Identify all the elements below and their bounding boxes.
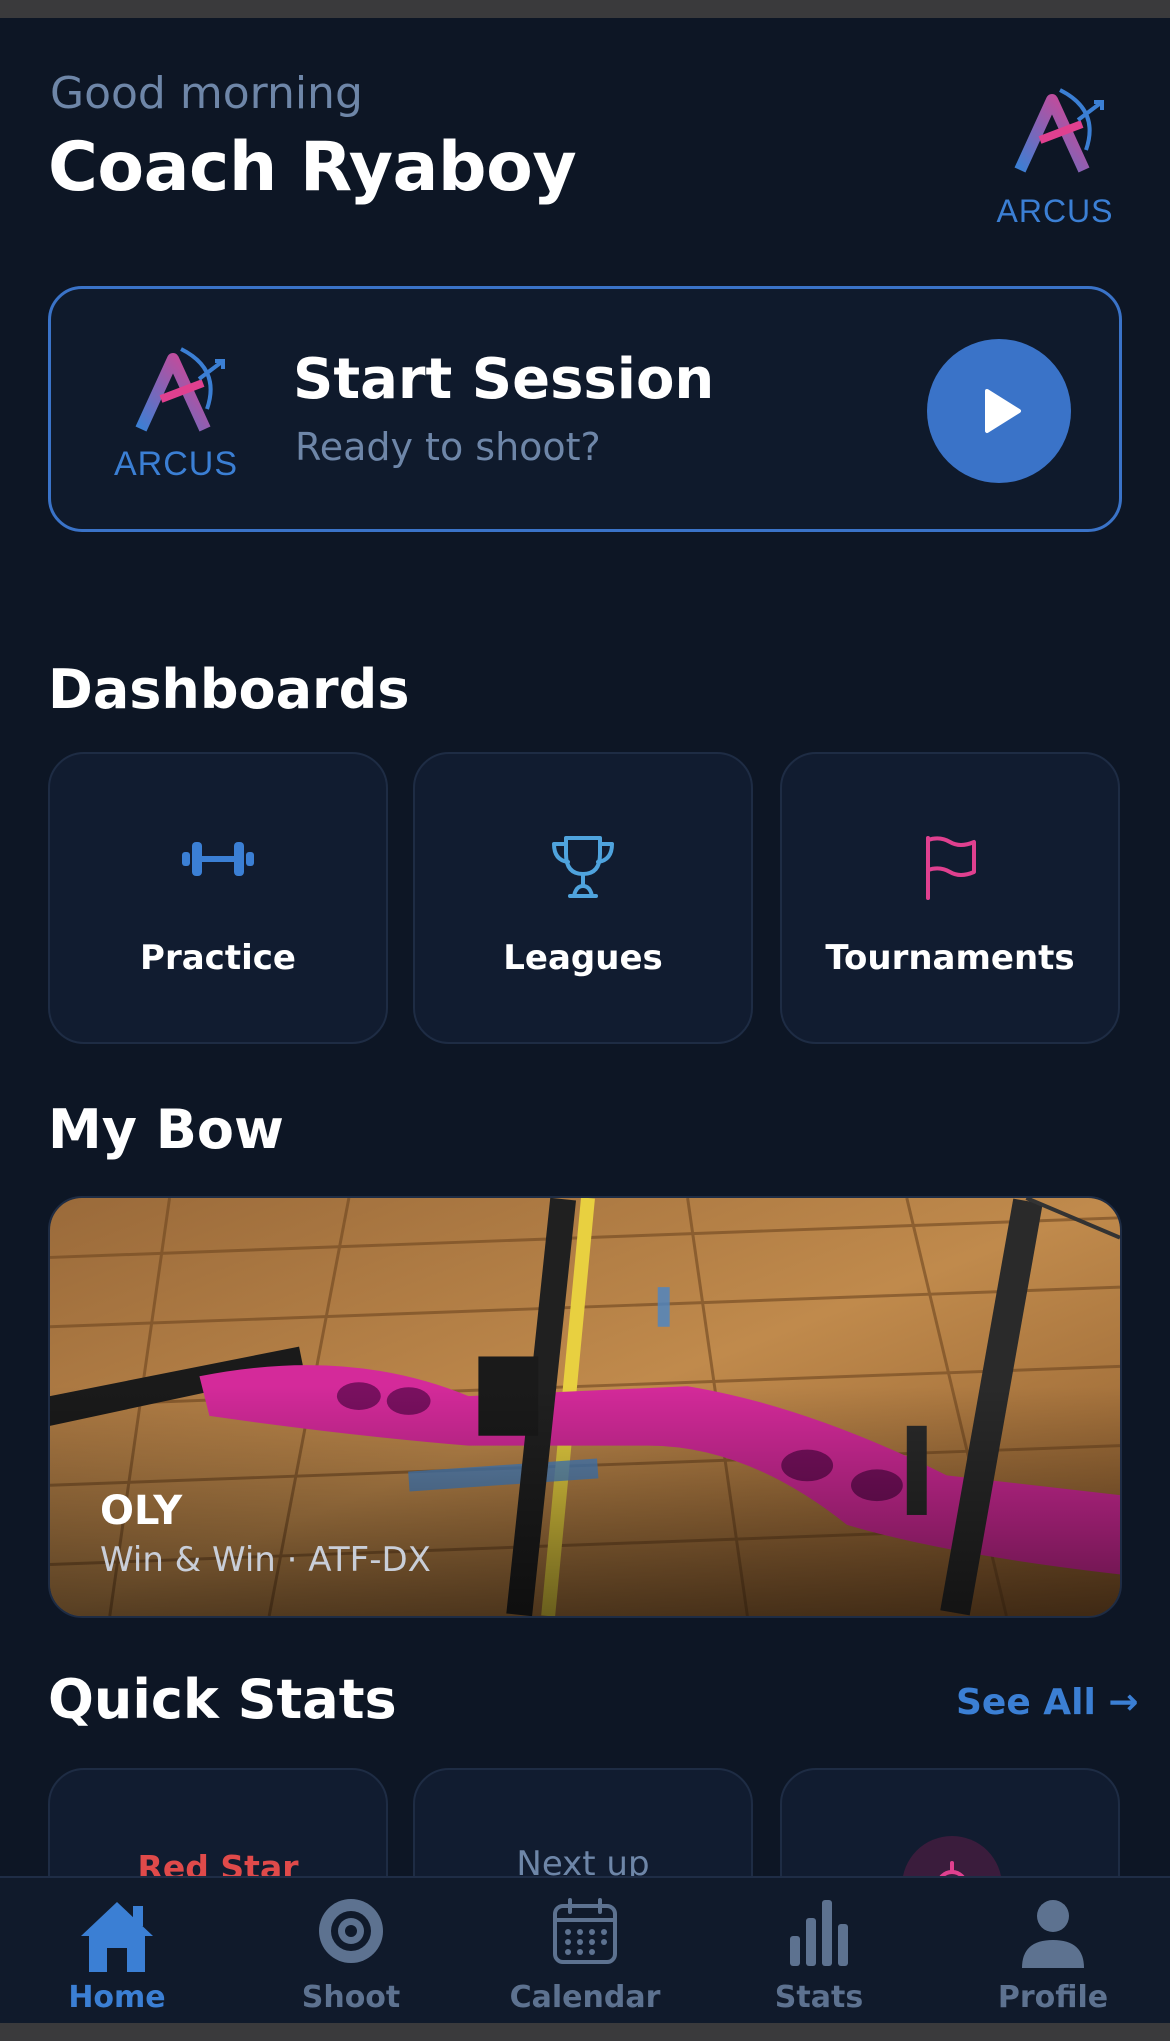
arcus-mark-icon — [1014, 88, 1104, 173]
tile-label: Practice — [140, 938, 296, 978]
tab-calendar[interactable]: Calendar — [468, 1878, 702, 2023]
my-bow-heading: My Bow — [48, 1098, 284, 1161]
tab-shoot[interactable]: Shoot — [234, 1878, 468, 2023]
session-subtitle: Ready to shoot? — [295, 425, 601, 469]
start-session-card[interactable]: ARCUS Start Session Ready to shoot? — [48, 286, 1122, 532]
tab-label: Stats — [774, 1980, 864, 2015]
logo-wordmark: ARCUS — [113, 445, 239, 483]
person-icon — [1022, 1900, 1084, 1968]
bottom-system-bar — [0, 2023, 1170, 2041]
start-session-button[interactable] — [927, 339, 1071, 483]
dashboard-tile-practice[interactable]: Practice — [48, 752, 388, 1044]
tile-label: Tournaments — [825, 938, 1075, 978]
target-icon — [319, 1899, 383, 1963]
dumbbell-icon — [182, 842, 254, 876]
trophy-icon — [552, 836, 614, 898]
tab-profile[interactable]: Profile — [936, 1878, 1170, 2023]
tab-label: Profile — [997, 1980, 1109, 2015]
dashboard-tile-tournaments[interactable]: Tournaments — [780, 752, 1120, 1044]
top-system-bar — [0, 0, 1170, 18]
bow-detail: Win & Win · ATF-DX — [100, 1540, 431, 1580]
tab-label: Shoot — [301, 1980, 401, 2015]
session-title: Start Session — [293, 347, 715, 412]
flag-icon — [926, 836, 976, 900]
bottom-tab-bar: Home Shoot Calendar Stats Profile — [0, 1876, 1170, 2023]
calendar-icon — [553, 1898, 617, 1964]
arcus-mark-icon — [135, 347, 225, 432]
home-screen: Good morning Coach Ryaboy ARCUS ARCUS St… — [0, 18, 1170, 2023]
tab-home[interactable]: Home — [0, 1878, 234, 2023]
quick-stats-heading: Quick Stats — [48, 1668, 397, 1731]
arcus-logo: ARCUS — [990, 80, 1120, 230]
dashboards-heading: Dashboards — [48, 658, 410, 721]
user-name: Coach Ryaboy — [48, 128, 577, 207]
play-icon — [985, 389, 1021, 433]
tab-label: Calendar — [509, 1980, 661, 2015]
session-arcus-logo: ARCUS — [106, 339, 246, 484]
see-all-link[interactable]: See All → — [956, 1682, 1139, 1723]
dashboard-tile-leagues[interactable]: Leagues — [413, 752, 753, 1044]
bar-chart-icon — [790, 1900, 848, 1966]
tab-label: Home — [68, 1980, 166, 2015]
tab-stats[interactable]: Stats — [702, 1878, 936, 2023]
tile-label: Leagues — [503, 938, 663, 978]
logo-wordmark: ARCUS — [996, 193, 1114, 229]
home-icon — [81, 1902, 153, 1972]
bow-card[interactable]: OLY Win & Win · ATF-DX — [48, 1196, 1122, 1618]
bow-name: OLY — [100, 1488, 183, 1534]
greeting-text: Good morning — [50, 68, 363, 119]
